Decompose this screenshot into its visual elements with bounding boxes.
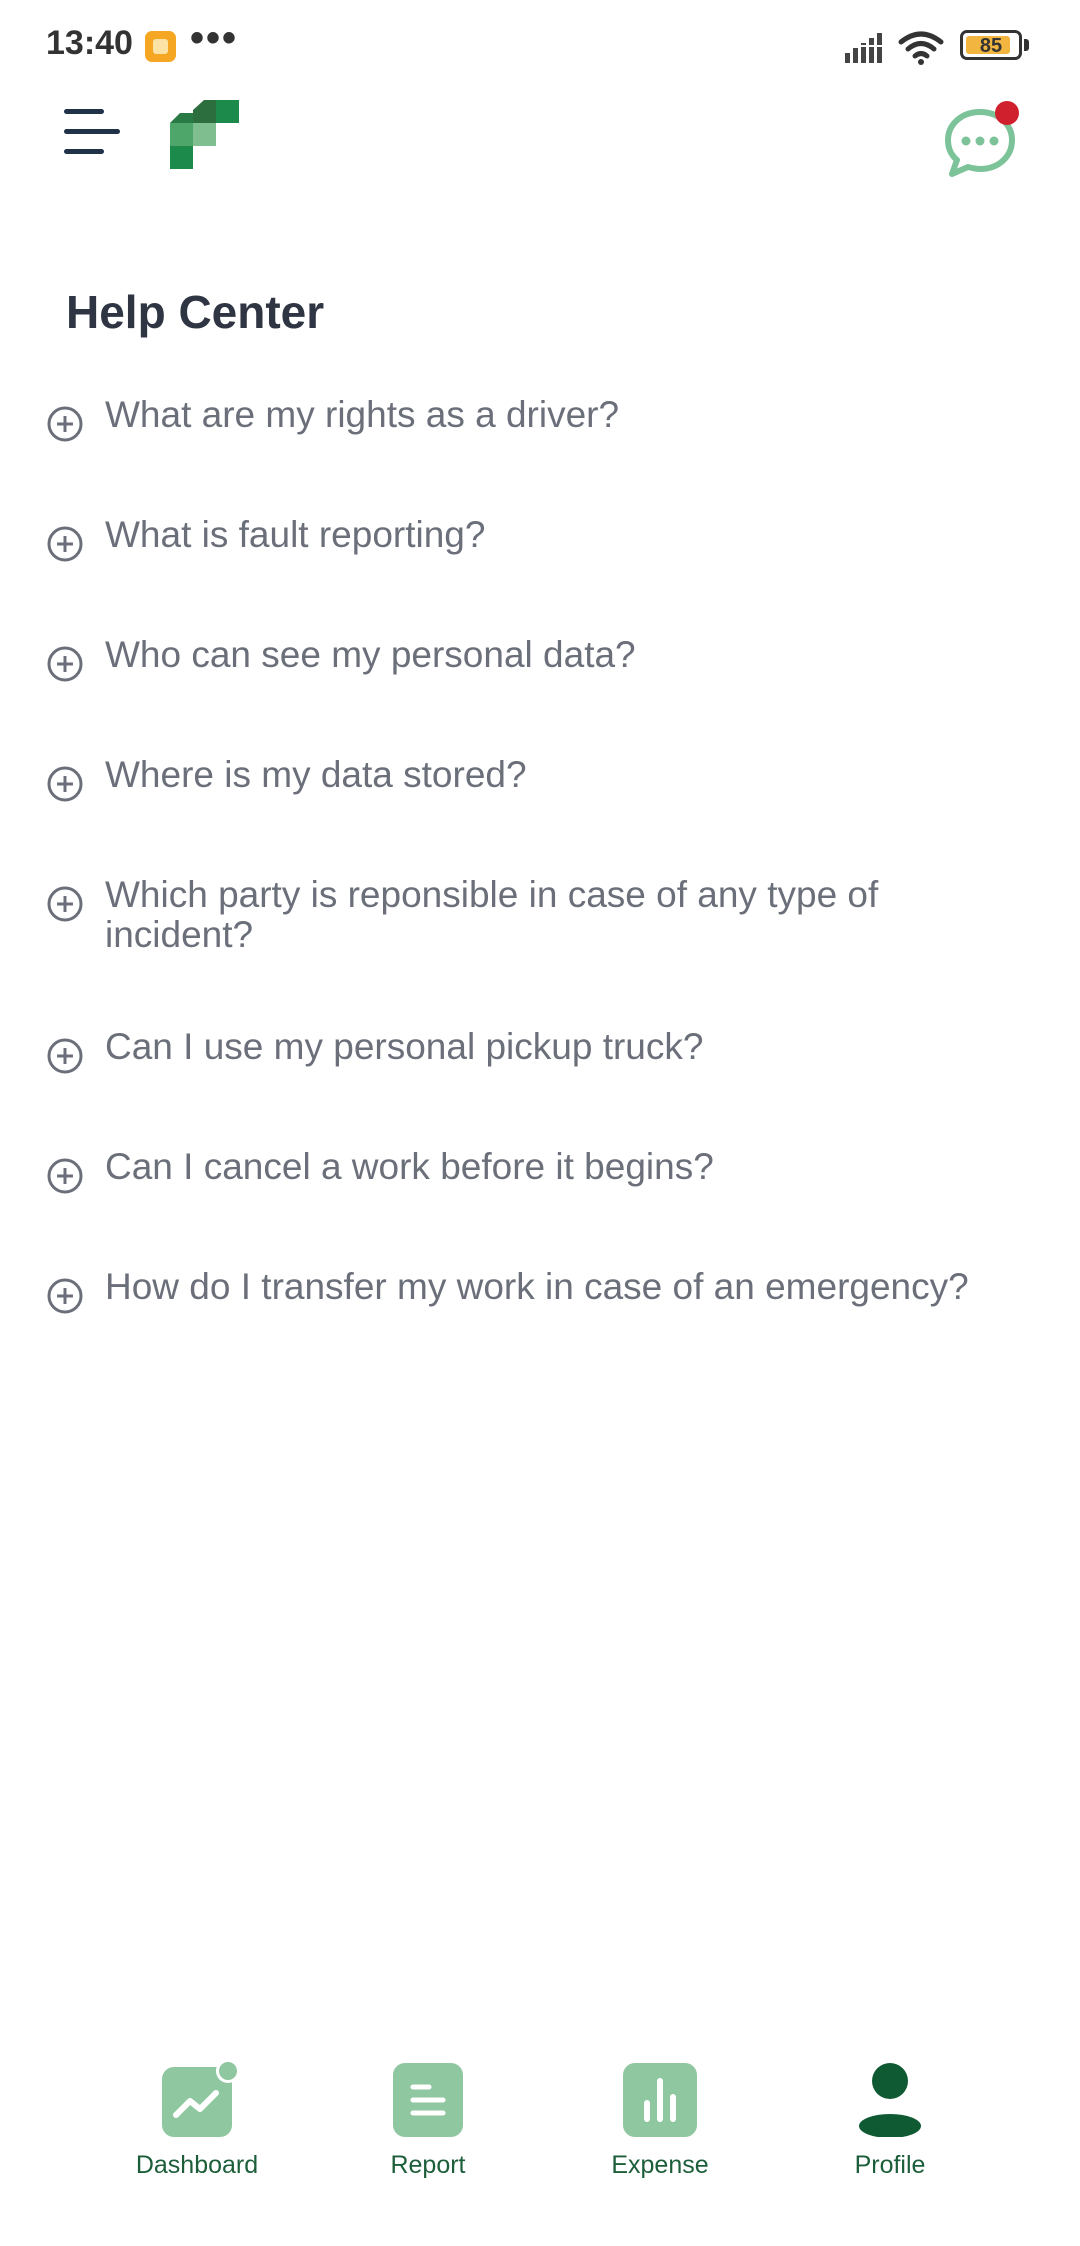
faq-question: Can I cancel a work before it begins?	[105, 1146, 714, 1187]
notification-app-icon	[145, 31, 176, 62]
more-notifications-icon: •••	[190, 16, 239, 60]
faq-question: What is fault reporting?	[105, 514, 486, 555]
faq-question: What are my rights as a driver?	[105, 394, 620, 435]
chat-bubble-icon[interactable]	[940, 100, 1024, 184]
person-icon[interactable]	[855, 2063, 925, 2138]
faq-question: Which party is reponsible in case of any…	[105, 874, 879, 955]
nav-report[interactable]: Report	[348, 2040, 508, 2180]
hamburger-menu-icon[interactable]	[64, 105, 120, 159]
bottom-nav: Dashboard Report Expense Profile	[0, 2040, 1080, 2180]
nav-label: Profile	[854, 2151, 926, 2179]
faq-item[interactable]: Who can see my personal data?	[46, 635, 1036, 683]
bar-chart-icon[interactable]	[623, 2063, 697, 2137]
nav-label: Expense	[611, 2151, 709, 2179]
battery-tip	[1024, 39, 1029, 51]
plus-circle-icon[interactable]	[46, 1157, 84, 1195]
faq-item[interactable]: How do I transfer my work in case of an …	[46, 1267, 1036, 1315]
faq-item[interactable]: Where is my data stored?	[46, 755, 1036, 803]
plus-circle-icon[interactable]	[46, 765, 84, 803]
nav-profile[interactable]: Profile	[810, 2040, 970, 2180]
signal-icon	[845, 33, 885, 63]
battery-icon: 85	[960, 30, 1022, 60]
nav-label: Report	[390, 2151, 466, 2179]
faq-item[interactable]: What are my rights as a driver?	[46, 395, 1036, 443]
wifi-icon	[898, 31, 944, 65]
plus-circle-icon[interactable]	[46, 1277, 84, 1315]
plus-circle-icon[interactable]	[46, 1037, 84, 1075]
faq-question: How do I transfer my work in case of an …	[105, 1266, 969, 1307]
battery-level: 85	[979, 35, 1003, 57]
nav-dashboard[interactable]: Dashboard	[117, 2040, 277, 2180]
nav-label: Dashboard	[135, 2151, 259, 2179]
plus-circle-icon[interactable]	[46, 645, 84, 683]
chart-trend-icon[interactable]	[162, 2059, 240, 2137]
faq-item[interactable]: What is fault reporting?	[46, 515, 1036, 563]
faq-item[interactable]: Can I use my personal pickup truck?	[46, 1027, 1036, 1075]
page-title: Help Center	[66, 286, 325, 338]
green-f-logo-icon	[170, 100, 239, 169]
faq-question: Can I use my personal pickup truck?	[105, 1026, 704, 1067]
document-lines-icon[interactable]	[393, 2063, 463, 2137]
nav-expense[interactable]: Expense	[580, 2040, 740, 2180]
faq-list: What are my rights as a driver? What is …	[46, 395, 1036, 1387]
plus-circle-icon[interactable]	[46, 885, 84, 923]
nav-notification-dot	[216, 2059, 240, 2083]
status-bar: 13:40 ••• 85	[0, 0, 1080, 90]
faq-item[interactable]: Which party is reponsible in case of any…	[46, 875, 1036, 955]
notification-badge	[995, 101, 1019, 125]
faq-question: Who can see my personal data?	[105, 634, 636, 675]
plus-circle-icon[interactable]	[46, 405, 84, 443]
plus-circle-icon[interactable]	[46, 525, 84, 563]
status-time: 13:40	[46, 24, 133, 62]
faq-question: Where is my data stored?	[105, 754, 527, 795]
faq-item[interactable]: Can I cancel a work before it begins?	[46, 1147, 1036, 1195]
